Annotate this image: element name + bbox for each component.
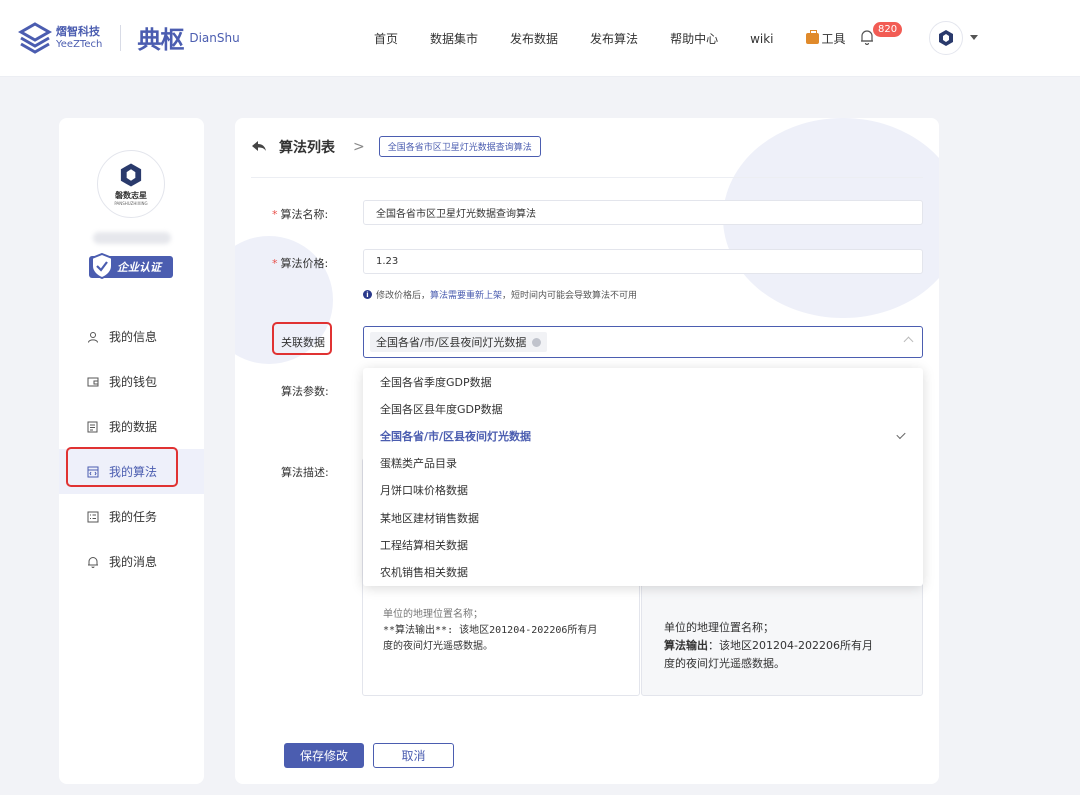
sidebar-item-my-data[interactable]: 我的数据 [59, 404, 204, 449]
brand-divider [120, 24, 122, 51]
org-name-en: PANSHUZHIXING [114, 201, 148, 206]
sidebar-item-label: 我的钱包 [109, 375, 158, 389]
dropdown-option-selected[interactable]: 全国各省/市/区县夜间灯光数据 [363, 422, 923, 449]
remove-tag-icon[interactable] [532, 337, 542, 347]
price-hint: i 修改价格后， 算法需要重新上架 ，短时间内可能会导致算法不可用 [363, 288, 637, 301]
org-logo-icon [120, 163, 142, 187]
breadcrumb: 算法列表 > 全国各省市区卫星灯光数据查询算法 [251, 136, 541, 157]
nav-tools[interactable]: 工具 [805, 30, 846, 47]
toolbox-icon [805, 30, 819, 44]
dropdown-option[interactable]: 某地区建材销售数据 [363, 504, 923, 531]
sidebar-item-label: 我的消息 [109, 555, 158, 569]
nav-publish-algorithm[interactable]: 发布算法 [590, 30, 638, 47]
editor-text-line: 单位的地理位置名称； [383, 609, 483, 620]
dropdown-option[interactable]: 全国各省季度GDP数据 [363, 368, 923, 395]
breadcrumb-separator: > [353, 138, 365, 155]
data-icon [87, 421, 99, 433]
preview-text-line: 度的夜间灯光遥感数据。 [664, 657, 785, 670]
sidebar-item-label: 我的任务 [109, 510, 158, 524]
sidebar-item-my-info[interactable]: 我的信息 [59, 314, 204, 359]
enterprise-cert-badge: 企业认证 [89, 253, 173, 279]
product-name-en: DianShu [189, 30, 240, 45]
algorithm-description-label: 算法描述: [281, 466, 329, 479]
bell-icon [87, 556, 99, 568]
associated-data-select[interactable]: 全国各省/市/区县夜间灯光数据 [363, 326, 923, 358]
wallet-icon [87, 376, 99, 388]
top-bar: 熠智科技 YeeZTech 典枢 DianShu 首页 数据集市 发布数据 发布… [0, 0, 1080, 77]
preview-text-line: 单位的地理位置名称； [664, 621, 774, 634]
algorithm-name-label: * 算法名称: [272, 208, 329, 221]
back-arrow-icon[interactable] [251, 140, 267, 154]
header-divider [251, 177, 923, 178]
shield-check-icon [91, 253, 113, 279]
notification-count-badge: 820 [873, 22, 903, 37]
editor-text-line: **算法输出**: 该地区201204-202206所有月 [383, 625, 598, 636]
breadcrumb-algorithm-list[interactable]: 算法列表 [279, 137, 335, 157]
dropdown-option[interactable]: 月饼口味价格数据 [363, 477, 923, 504]
algorithm-name-input[interactable]: 全国各省市区卫星灯光数据查询算法 [363, 200, 923, 225]
sidebar-item-my-tasks[interactable]: 我的任务 [59, 494, 204, 539]
chevron-up-icon[interactable] [903, 336, 914, 347]
product-name-cn: 典枢 [137, 26, 184, 54]
dropdown-option[interactable]: 全国各区县年度GDP数据 [363, 395, 923, 422]
blurred-username [93, 232, 171, 244]
task-icon [87, 511, 99, 523]
check-icon [896, 430, 906, 440]
algorithm-params-label: 算法参数: [281, 385, 329, 398]
yeeztech-logo-icon [17, 21, 53, 55]
main-nav: 首页 数据集市 发布数据 发布算法 帮助中心 wiki 工具 [374, 30, 878, 47]
nav-wiki[interactable]: wiki [750, 32, 773, 46]
dropdown-option[interactable]: 工程结算相关数据 [363, 531, 923, 558]
selected-data-tag-label: 全国各省/市/区县夜间灯光数据 [376, 336, 527, 349]
brand-name-cn: 熠智科技 [56, 24, 100, 38]
highlight-box-my-algorithm [66, 447, 178, 487]
nav-publish-data[interactable]: 发布数据 [510, 30, 558, 47]
preview-text-line: 算法输出：该地区201204-202206所有月 [664, 639, 873, 652]
sidebar-item-label: 我的数据 [109, 420, 158, 434]
selected-data-tag: 全国各省/市/区县夜间灯光数据 [370, 332, 548, 352]
user-menu-caret-icon[interactable] [970, 35, 978, 40]
nav-home[interactable]: 首页 [374, 30, 398, 47]
dropdown-option[interactable]: 农机销售相关数据 [363, 558, 923, 585]
breadcrumb-current: 全国各省市区卫星灯光数据查询算法 [378, 136, 541, 157]
user-avatar[interactable] [929, 21, 963, 55]
save-button[interactable]: 保存修改 [284, 743, 364, 768]
sidebar-item-my-wallet[interactable]: 我的钱包 [59, 359, 204, 404]
info-icon: i [363, 290, 372, 299]
brand-name-en: YeeZTech [56, 38, 103, 50]
editor-text-line: 度的夜间灯光遥感数据。 [383, 641, 493, 652]
nav-data-market[interactable]: 数据集市 [430, 30, 478, 47]
dropdown-option[interactable]: 蛋糕类产品目录 [363, 450, 923, 477]
nav-tools-label: 工具 [821, 32, 846, 46]
highlight-box-associated-data [272, 322, 332, 355]
org-name: 磐数志星 [115, 191, 147, 200]
org-avatar: 磐数志星 PANSHUZHIXING [97, 150, 165, 218]
associated-data-dropdown: 全国各省季度GDP数据 全国各区县年度GDP数据 全国各省/市/区县夜间灯光数据… [363, 368, 923, 586]
nav-help-center[interactable]: 帮助中心 [670, 30, 718, 47]
sidebar-item-label: 我的信息 [109, 330, 158, 344]
brand[interactable]: 熠智科技 YeeZTech 典枢 DianShu [17, 20, 240, 55]
algorithm-price-input[interactable]: 1.23 [363, 249, 923, 274]
sidebar-item-my-messages[interactable]: 我的消息 [59, 539, 204, 584]
cert-label: 企业认证 [117, 261, 161, 274]
algorithm-price-label: * 算法价格: [272, 257, 329, 270]
notification-bell-icon[interactable] [860, 29, 874, 46]
user-icon [87, 331, 99, 343]
cancel-button[interactable]: 取消 [373, 743, 454, 768]
